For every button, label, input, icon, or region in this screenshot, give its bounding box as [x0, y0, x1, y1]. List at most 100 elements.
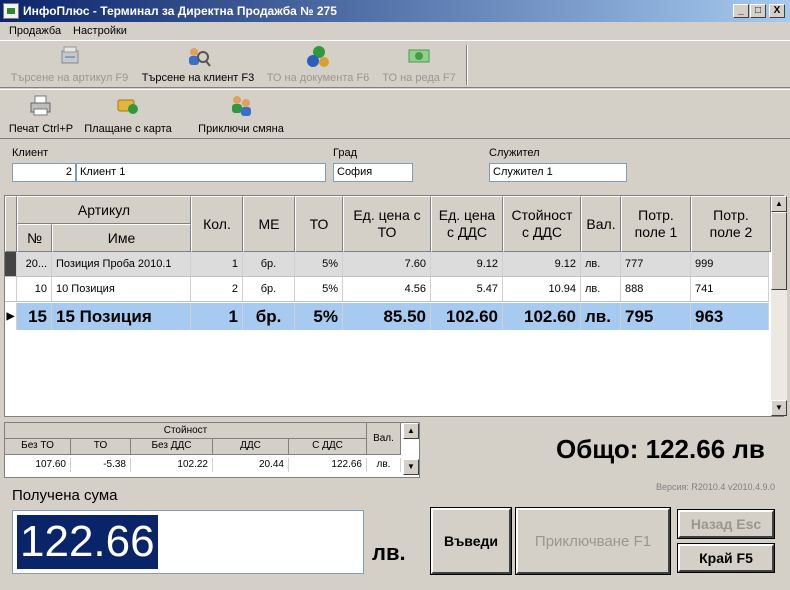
- cell-number: 20...: [17, 252, 52, 276]
- totals-header-no-discount: Без ТО: [5, 439, 71, 455]
- card-payment-button[interactable]: Плащане с карта: [82, 90, 174, 138]
- totals-discount: -5.38: [71, 458, 131, 472]
- cell-price-vat: 9.12: [431, 252, 503, 276]
- close-button[interactable]: X: [769, 4, 785, 18]
- header-value-vat[interactable]: Стойност с ДДС: [503, 196, 581, 252]
- currency-exchange-icon: [307, 46, 329, 67]
- client-code-field[interactable]: 2: [12, 163, 76, 182]
- cell-discount: 5%: [295, 252, 343, 276]
- received-amount-value: 122.66: [17, 515, 158, 569]
- menu-settings[interactable]: Настройки: [73, 25, 127, 37]
- header-name[interactable]: Име: [52, 224, 191, 252]
- cell-quantity: 2: [191, 277, 243, 301]
- cell-currency: лв.: [581, 252, 621, 276]
- totals-currency-header: Вал.: [367, 423, 401, 455]
- cell-number: 15: [17, 303, 52, 330]
- end-button[interactable]: Край F5: [677, 543, 775, 573]
- cell-name: 10 Позиция: [52, 277, 191, 301]
- selected-table-row[interactable]: ▶ 15 15 Позиция 1 бр. 5% 85.50 102.60 10…: [5, 303, 769, 330]
- employee-label: Служител: [489, 147, 540, 159]
- totals-no-vat: 102.22: [131, 458, 213, 472]
- totals-scroll-up-icon[interactable]: ▲: [403, 423, 419, 439]
- header-unit[interactable]: МЕ: [243, 196, 295, 252]
- cell-value-vat: 9.12: [503, 252, 581, 276]
- client-label: Клиент: [12, 147, 49, 159]
- money-discount-icon: [408, 49, 430, 63]
- cell-price: 7.60: [343, 252, 431, 276]
- document-discount-button[interactable]: ТО на документа F6: [262, 41, 374, 87]
- users-icon: [232, 96, 251, 116]
- cell-quantity: 1: [191, 303, 243, 330]
- client-search-icon: [189, 48, 211, 67]
- totals-header-discount: ТО: [71, 439, 131, 455]
- totals-header-no-vat: Без ДДС: [131, 439, 213, 455]
- cell-currency: лв.: [581, 277, 621, 301]
- table-row[interactable]: 10 10 Позиция 2 бр. 5% 4.56 5.47 10.94 л…: [5, 277, 769, 302]
- menu-bar: Продажба Настройки: [0, 22, 790, 40]
- search-client-button[interactable]: Търсене на клиент F3: [138, 41, 258, 87]
- minimize-button[interactable]: _: [733, 4, 749, 18]
- cell-discount: 5%: [295, 277, 343, 301]
- row-indicator: [5, 252, 17, 276]
- close-shift-button[interactable]: Приключи смяна: [194, 90, 288, 138]
- header-article[interactable]: Артикул: [17, 196, 191, 224]
- header-quantity[interactable]: Кол.: [191, 196, 243, 252]
- header-field2[interactable]: Потр. поле 2: [691, 196, 771, 252]
- received-amount-label: Получена сума: [12, 487, 118, 504]
- totals-header-vat: ДДС: [213, 439, 289, 455]
- enter-button[interactable]: Въведи: [430, 507, 512, 575]
- totals-scroll-down-icon[interactable]: ▼: [403, 459, 419, 475]
- title-bar: ИнфоПлюс - Терминал за Директна Продажба…: [0, 0, 790, 22]
- menu-sale[interactable]: Продажба: [9, 25, 61, 37]
- header-currency[interactable]: Вал.: [581, 196, 621, 252]
- totals-header-with-vat: С ДДС: [289, 439, 367, 455]
- scroll-thumb[interactable]: [771, 212, 787, 290]
- totals-currency: лв.: [367, 458, 401, 472]
- totals-no-discount: 107.60: [5, 458, 71, 472]
- cell-field2: 999: [691, 252, 769, 276]
- cell-unit: бр.: [243, 252, 295, 276]
- totals-group-header: Стойност: [5, 423, 367, 439]
- cell-field1: 777: [621, 252, 691, 276]
- cell-name: 15 Позиция: [52, 303, 191, 330]
- totals-table: Стойност Вал. Без ТО ТО Без ДДС ДДС С ДД…: [4, 422, 420, 478]
- cell-price-vat: 5.47: [431, 277, 503, 301]
- toolbar-secondary: Печат Ctrl+P Плащане с карта Приключи см…: [0, 89, 790, 139]
- client-name-field[interactable]: Клиент 1: [76, 163, 326, 182]
- totals-with-vat: 122.66: [289, 458, 367, 472]
- cell-price: 4.56: [343, 277, 431, 301]
- grid-vertical-scrollbar[interactable]: ▲ ▼: [771, 196, 787, 416]
- header-price-vat[interactable]: Ед. цена с ДДС: [431, 196, 503, 252]
- employee-field[interactable]: Служител 1: [489, 163, 627, 182]
- search-article-button[interactable]: Търсене на артикул F9: [6, 41, 133, 87]
- row-discount-button[interactable]: ТО на реда F7: [378, 41, 460, 87]
- header-discount[interactable]: ТО: [295, 196, 343, 252]
- payment-currency-label: лв.: [372, 540, 406, 565]
- city-label: Град: [333, 147, 357, 159]
- cell-number: 10: [17, 277, 52, 301]
- cell-field1: 795: [621, 303, 691, 330]
- header-field1[interactable]: Потр. поле 1: [621, 196, 691, 252]
- scanner-icon: [61, 46, 78, 64]
- print-button[interactable]: Печат Ctrl+P: [6, 90, 76, 138]
- header-number[interactable]: №: [17, 224, 52, 252]
- totals-vat: 20.44: [213, 458, 289, 472]
- back-button[interactable]: Назад Esc: [677, 509, 775, 539]
- city-field[interactable]: София: [333, 163, 413, 182]
- printer-icon: [30, 95, 51, 116]
- cell-name: Позиция Проба 2010.1: [52, 252, 191, 276]
- row-indicator-header: [5, 196, 17, 252]
- maximize-button[interactable]: □: [750, 4, 766, 18]
- grand-total: Общо: 122.66 лв: [556, 434, 765, 464]
- cell-quantity: 1: [191, 252, 243, 276]
- table-row[interactable]: 20... Позиция Проба 2010.1 1 бр. 5% 7.60…: [5, 252, 769, 277]
- scroll-up-icon[interactable]: ▲: [771, 196, 787, 212]
- row-indicator: [5, 277, 17, 301]
- received-amount-input[interactable]: 122.66: [12, 510, 364, 574]
- header-price[interactable]: Ед. цена с ТО: [343, 196, 431, 252]
- cell-field2: 963: [691, 303, 769, 330]
- cell-field1: 888: [621, 277, 691, 301]
- scroll-down-icon[interactable]: ▼: [771, 400, 787, 416]
- finish-button[interactable]: Приключване F1: [515, 507, 671, 575]
- cell-unit: бр.: [243, 277, 295, 301]
